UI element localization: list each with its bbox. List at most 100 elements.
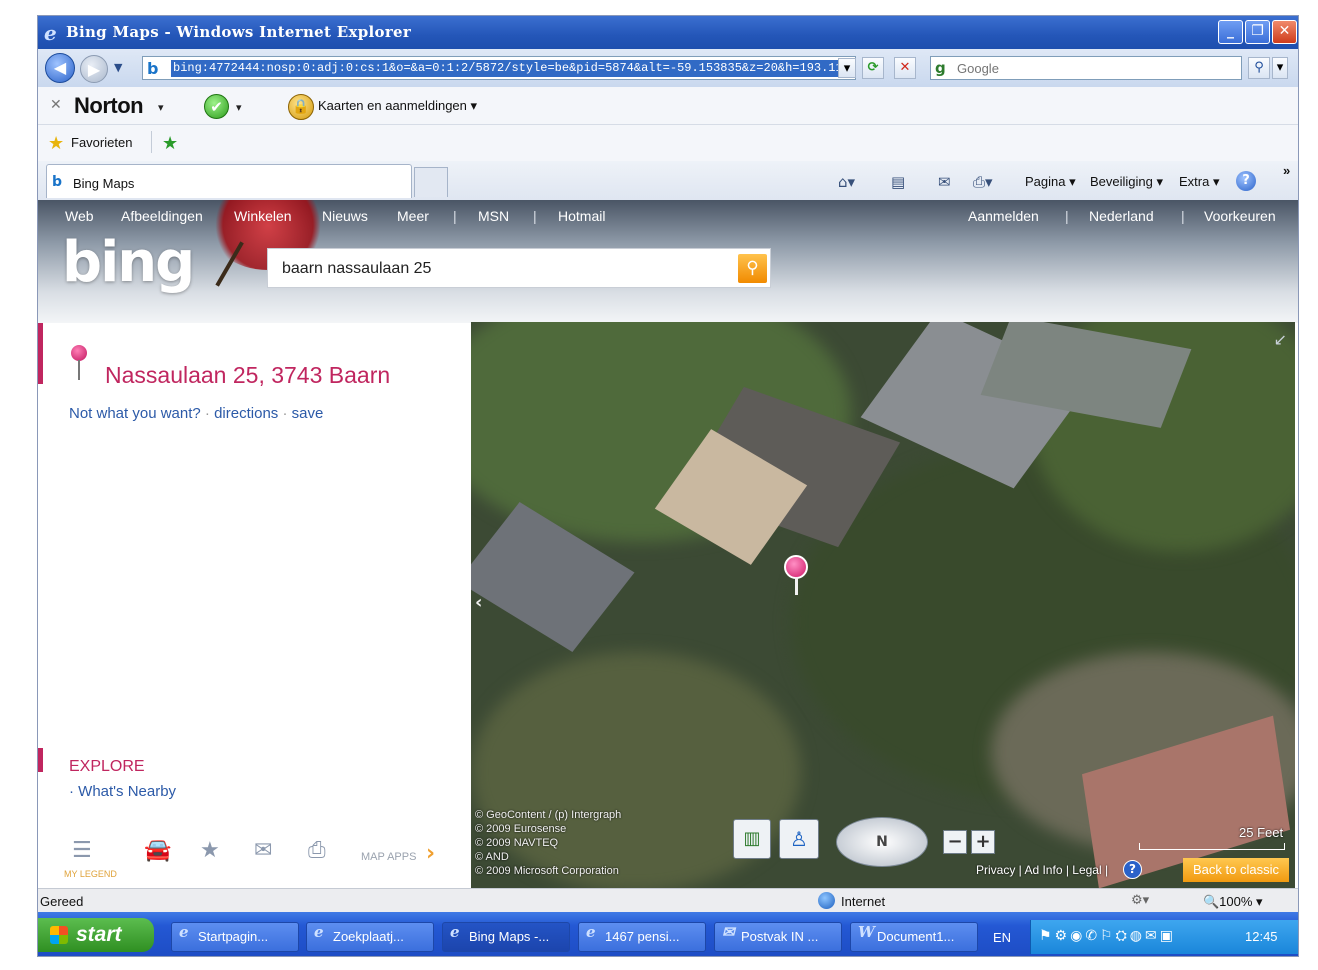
bing-search-box[interactable]: baarn nassaulaan 25 ⚲	[267, 248, 771, 288]
legend-label[interactable]: MY LEGEND	[64, 869, 117, 879]
bing-favicon-icon: b	[147, 59, 159, 78]
save-link[interactable]: save	[292, 405, 324, 422]
maximize-button[interactable]: ❐	[1245, 20, 1270, 44]
identity-safe-icon[interactable]: 🔒	[288, 94, 314, 120]
email-icon[interactable]: ✉	[254, 838, 272, 863]
rotate-left-icon[interactable]: ‹	[475, 592, 482, 613]
search-button[interactable]: ⚲	[1248, 57, 1270, 79]
ie-task-icon: e	[314, 923, 324, 941]
streetside-person-icon[interactable]: ♙	[779, 819, 819, 859]
language-indicator[interactable]: EN	[993, 930, 1011, 945]
nav-msn[interactable]: MSN	[478, 208, 509, 224]
zoom-in-button[interactable]: +	[971, 830, 995, 854]
nav-nieuws[interactable]: Nieuws	[322, 208, 368, 224]
taskbar-item-active[interactable]: e Bing Maps -...	[442, 922, 570, 952]
taskbar-item[interactable]: e Zoekplaatj...	[306, 922, 434, 952]
map-help-icon[interactable]: ?	[1123, 860, 1142, 879]
not-what-you-want-link[interactable]: Not what you want?	[69, 405, 201, 422]
norton-brand[interactable]: Norton	[74, 93, 144, 119]
nav-nederland[interactable]: Nederland	[1089, 208, 1154, 224]
taskbar-item[interactable]: ✉ Postvak IN ...	[714, 922, 842, 952]
map-pin-icon[interactable]	[784, 555, 808, 579]
forward-button[interactable]: ▶	[80, 55, 108, 83]
nav-winkelen[interactable]: Winkelen	[234, 208, 292, 224]
favorites-button[interactable]: Favorieten	[71, 135, 132, 150]
legend-icon[interactable]: ☰	[72, 838, 92, 863]
result-address[interactable]: Nassaulaan 25, 3743 Baarn	[105, 362, 390, 389]
taskbar-item[interactable]: e 1467 pensi...	[578, 922, 706, 952]
favorites-star-icon[interactable]: ★	[48, 133, 64, 154]
pagina-menu[interactable]: Pagina ▾	[1025, 174, 1076, 190]
map-footer-links[interactable]: Privacy | Ad Info | Legal |	[976, 863, 1108, 877]
link-dot: ·	[282, 405, 288, 422]
ie-task-icon: e	[179, 923, 189, 941]
zoom-out-button[interactable]: −	[943, 830, 967, 854]
address-dropdown-icon[interactable]: ▾	[838, 58, 856, 78]
map-expand-icon[interactable]: ↙	[1274, 330, 1287, 349]
history-dropdown-icon[interactable]: ▼	[114, 61, 122, 74]
security-zone[interactable]: Internet	[841, 894, 885, 909]
extra-menu[interactable]: Extra ▾	[1179, 174, 1219, 190]
new-tab-button[interactable]	[414, 167, 448, 197]
feeds-icon[interactable]: ▤	[891, 173, 905, 191]
explore-accent-bar	[38, 748, 43, 772]
zoom-level[interactable]: 🔍100% ▾	[1203, 894, 1263, 910]
help-icon[interactable]: ?	[1236, 171, 1256, 191]
outlook-task-icon: ✉	[722, 923, 735, 941]
tab-bing-maps[interactable]: b Bing Maps	[46, 164, 412, 198]
map-apps-button[interactable]: MAP APPS	[361, 851, 416, 863]
norton-menu-caret-icon[interactable]: ▾	[158, 101, 164, 114]
beveiliging-menu[interactable]: Beveiliging ▾	[1090, 174, 1163, 190]
search-box[interactable]: g	[930, 56, 1242, 80]
protected-mode-icon[interactable]: ⚙▾	[1131, 893, 1149, 908]
nav-web[interactable]: Web	[65, 208, 94, 224]
nav-voorkeuren[interactable]: Voorkeuren	[1204, 208, 1276, 224]
taskbar-item[interactable]: W Document1...	[850, 922, 978, 952]
home-icon[interactable]: ⌂▾	[838, 173, 855, 191]
norton-close-icon[interactable]: ✕	[50, 97, 62, 113]
add-favorite-icon[interactable]: ★	[162, 133, 178, 154]
nav-meer[interactable]: Meer	[397, 208, 429, 224]
taskbar-item[interactable]: e Startpagin...	[171, 922, 299, 952]
bing-header: Web Afbeeldingen Winkelen Nieuws Meer | …	[38, 200, 1298, 323]
search-options-icon[interactable]: ▾	[1272, 57, 1288, 79]
print-icon[interactable]: ⎙▾	[973, 173, 993, 191]
search-input[interactable]	[957, 60, 1237, 77]
clock[interactable]: 12:45	[1245, 929, 1278, 944]
nav-afbeeldingen[interactable]: Afbeeldingen	[121, 208, 203, 224]
mail-icon[interactable]: ✉	[938, 173, 951, 191]
birdseye-map[interactable]: ↙ ‹ © GeoContent / (p) Intergraph © 2009…	[471, 322, 1295, 888]
bing-search-input[interactable]: baarn nassaulaan 25	[282, 260, 431, 278]
bing-logo[interactable]: bing	[62, 230, 195, 295]
car-directions-icon[interactable]: 🚘	[144, 838, 171, 863]
print-map-icon[interactable]: ⎙	[308, 838, 326, 863]
check-caret-icon[interactable]: ▾	[236, 101, 242, 114]
nav-hotmail[interactable]: Hotmail	[558, 208, 605, 224]
map-apps-chevron-icon[interactable]: ›	[426, 841, 435, 866]
nav-aanmelden[interactable]: Aanmelden	[968, 208, 1039, 224]
nav-separator: |	[533, 208, 537, 224]
compass-navigator[interactable]: N	[836, 817, 928, 867]
minimize-button[interactable]: _	[1218, 20, 1243, 44]
system-tray: ⚑⚙◉✆⚐⛭◍✉▣ 12:45	[1030, 920, 1298, 954]
address-field[interactable]: b bing:4772444:nosp:0:adj:0:cs:1&o=&a=0:…	[142, 56, 856, 80]
address-url[interactable]: bing:4772444:nosp:0:adj:0:cs:1&o=&a=0:1:…	[171, 60, 855, 77]
back-to-classic-button[interactable]: Back to classic	[1183, 858, 1289, 882]
directions-link[interactable]: directions	[214, 405, 278, 422]
close-button[interactable]: ✕	[1272, 20, 1297, 44]
norton-safe-check-icon[interactable]: ✔	[204, 94, 229, 119]
start-button[interactable]: start	[38, 918, 154, 952]
map-pin-stem	[795, 577, 798, 595]
tray-icons[interactable]: ⚑⚙◉✆⚐⛭◍✉▣	[1039, 928, 1176, 944]
whats-nearby-link[interactable]: · What's Nearby	[69, 783, 176, 800]
ie-task-icon: e	[450, 923, 460, 941]
logins-menu[interactable]: Kaarten en aanmeldingen ▾	[318, 98, 477, 114]
favorites-icon[interactable]: ★	[200, 838, 220, 863]
back-button[interactable]: ◀	[45, 53, 75, 83]
scale-bar	[1139, 843, 1285, 850]
bing-search-button[interactable]: ⚲	[738, 254, 767, 283]
refresh-button[interactable]: ⟳	[862, 57, 884, 79]
more-commands-icon[interactable]: »	[1283, 163, 1290, 178]
stop-button[interactable]: ✕	[894, 57, 916, 79]
map-style-icon[interactable]: ▥	[733, 819, 771, 859]
